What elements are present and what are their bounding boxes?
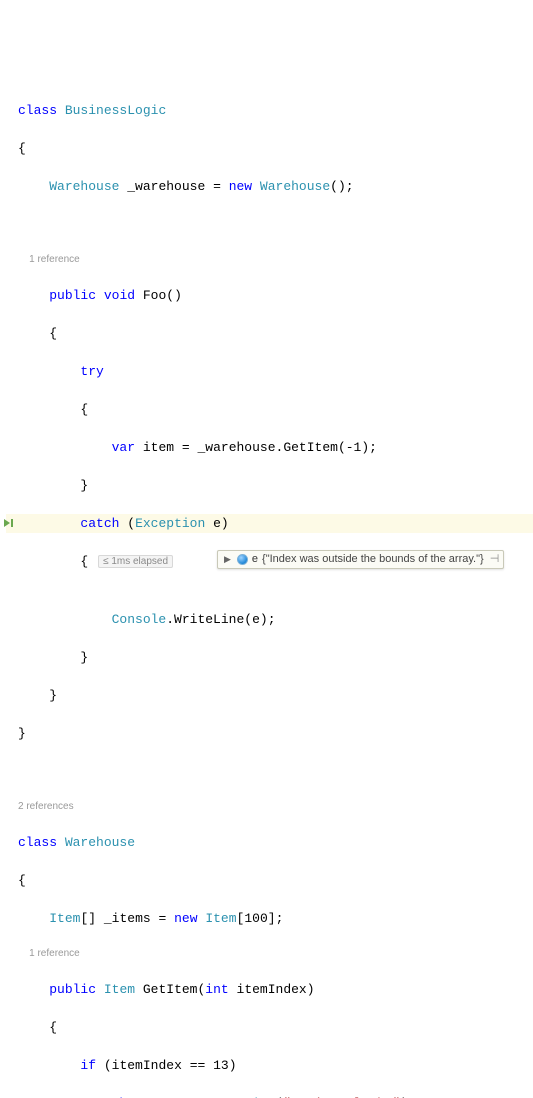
code-line: } xyxy=(6,686,533,705)
keyword: class xyxy=(18,103,57,118)
code-line: { xyxy=(6,139,533,158)
code-line: throw new MyException("13 is unlucky"); xyxy=(6,1094,533,1098)
type-name: BusinessLogic xyxy=(65,103,166,118)
code-line: var item = _warehouse.GetItem(-1); xyxy=(6,438,533,457)
codelens[interactable]: 1 reference xyxy=(6,947,533,961)
blank-line xyxy=(6,215,533,234)
codelens[interactable]: 1 reference xyxy=(6,253,533,267)
code-line: { xyxy=(6,871,533,890)
object-icon xyxy=(237,554,248,565)
code-line: Warehouse _warehouse = new Warehouse(); xyxy=(6,177,533,196)
code-line: { xyxy=(6,324,533,343)
current-line: catch (Exception e) xyxy=(6,514,533,533)
code-line: { xyxy=(6,1018,533,1037)
code-line: public Item GetItem(int itemIndex) xyxy=(6,980,533,999)
code-line: { xyxy=(6,400,533,419)
code-line: } xyxy=(6,724,533,743)
execution-pointer-icon xyxy=(2,516,16,530)
code-line: public void Foo() xyxy=(6,286,533,305)
perf-hint[interactable]: ≤ 1ms elapsed xyxy=(98,555,173,568)
datatip-variable: e xyxy=(252,550,258,569)
blank-line xyxy=(6,762,533,781)
code-line: class Warehouse xyxy=(6,833,533,852)
code-line: class BusinessLogic xyxy=(6,101,533,120)
pin-icon[interactable]: ⊣ xyxy=(490,550,500,569)
code-line: Console.WriteLine(e); xyxy=(6,610,533,629)
codelens[interactable]: 2 references xyxy=(6,800,533,814)
code-editor[interactable]: class BusinessLogic { Warehouse _warehou… xyxy=(6,82,533,1098)
code-line: Item[] _items = new Item[100]; xyxy=(6,909,533,928)
code-line: try xyxy=(6,362,533,381)
code-line: { ≤ 1ms elapsed ▶ e {"Index was outside … xyxy=(6,552,533,591)
datatip-value: {"Index was outside the bounds of the ar… xyxy=(262,550,484,569)
debug-datatip[interactable]: ▶ e {"Index was outside the bounds of th… xyxy=(217,550,504,569)
code-line: } xyxy=(6,648,533,667)
code-line: } xyxy=(6,476,533,495)
expand-icon[interactable]: ▶ xyxy=(222,550,233,569)
type-name: Warehouse xyxy=(49,179,119,194)
code-line: if (itemIndex == 13) xyxy=(6,1056,533,1075)
